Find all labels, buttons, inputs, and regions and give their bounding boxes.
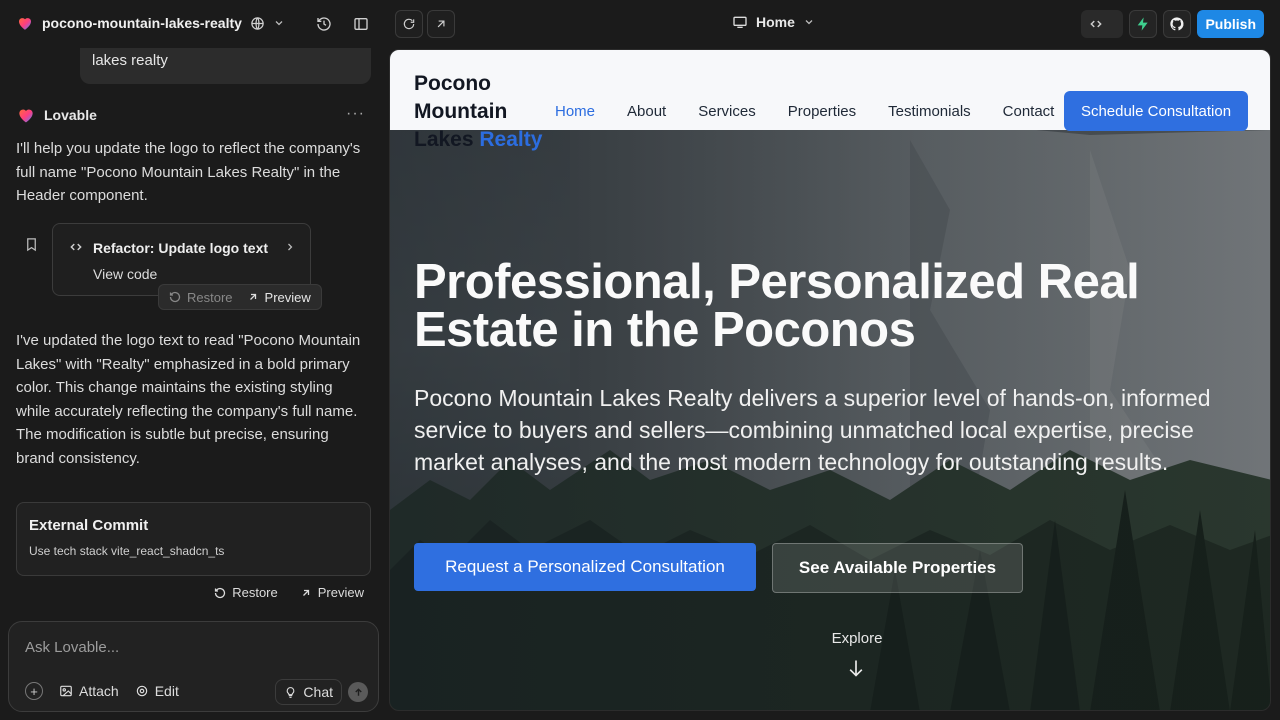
lovable-heart-icon xyxy=(16,14,34,32)
chevron-right-icon[interactable] xyxy=(284,241,296,253)
assistant-message: I've updated the logo text to read "Poco… xyxy=(16,332,361,467)
card-title: Refactor: Update logo text xyxy=(93,240,269,256)
code-view-toggle[interactable] xyxy=(1081,10,1124,38)
restore-icon xyxy=(169,291,181,303)
hero-headline: Professional, Personalized Real Estate i… xyxy=(414,255,1140,357)
refresh-button[interactable] xyxy=(395,10,423,38)
logo-line: Pocono xyxy=(414,72,491,95)
chevron-down-icon xyxy=(805,20,813,25)
add-button[interactable]: + xyxy=(25,682,43,700)
chat-mode-button[interactable]: Chat xyxy=(275,679,342,705)
lightning-bolt-icon xyxy=(1138,17,1149,31)
nav-home[interactable]: Home xyxy=(555,103,595,120)
arrow-up-right-icon xyxy=(302,589,309,596)
edit-button[interactable]: Edit xyxy=(135,683,179,699)
see-properties-button[interactable]: See Available Properties xyxy=(772,543,1023,593)
user-message-bubble: lakes realty xyxy=(80,48,371,84)
view-code-link[interactable]: View code xyxy=(93,266,157,282)
image-icon xyxy=(60,685,72,697)
route-selector[interactable]: Home xyxy=(732,14,815,30)
publish-button[interactable]: Publish xyxy=(1197,10,1264,38)
site-preview: Pocono Mountain Lakes Realty Home About … xyxy=(389,49,1271,711)
more-options-icon[interactable]: ··· xyxy=(346,105,365,123)
commit-subtitle: Use tech stack vite_react_shadcn_ts xyxy=(29,544,225,558)
schedule-consultation-button[interactable]: Schedule Consultation xyxy=(1064,91,1248,131)
request-consultation-button[interactable]: Request a Personalized Consultation xyxy=(414,543,756,591)
nav-services[interactable]: Services xyxy=(698,103,756,120)
chat-composer: + Attach Edit Chat xyxy=(8,621,379,712)
send-button[interactable] xyxy=(348,682,368,702)
top-bar: pocono-mountain-lakes-realty Home Publis… xyxy=(0,0,1280,48)
chat-panel: lakes realty Lovable ··· I'll help you u… xyxy=(0,48,388,720)
nav-about[interactable]: About xyxy=(627,103,666,120)
nav-contact[interactable]: Contact xyxy=(1003,103,1055,120)
attach-button[interactable]: Attach xyxy=(59,683,119,699)
monitor-icon xyxy=(733,16,747,28)
restore-button[interactable]: Restore xyxy=(214,585,278,600)
open-external-button[interactable] xyxy=(427,10,455,38)
site-nav: Home About Services Properties Testimoni… xyxy=(555,103,1054,120)
chevron-down-icon xyxy=(273,17,285,29)
hero-description: Pocono Mountain Lakes Realty delivers a … xyxy=(414,385,1211,475)
code-icon xyxy=(67,240,85,254)
restore-icon xyxy=(215,587,226,598)
chat-input[interactable] xyxy=(25,639,355,656)
route-label: Home xyxy=(756,14,795,30)
lovable-heart-icon xyxy=(16,105,36,125)
external-commit-card: External Commit Use tech stack vite_reac… xyxy=(16,502,371,576)
project-name: pocono-mountain-lakes-realty xyxy=(42,15,242,31)
github-button[interactable] xyxy=(1163,10,1192,38)
globe-icon xyxy=(250,16,265,31)
assistant-message: I'll help you update the logo to reflect… xyxy=(16,140,361,204)
arrow-down-icon[interactable] xyxy=(846,656,866,680)
code-icon xyxy=(1090,20,1103,28)
logo-line: Lakes Realty xyxy=(414,128,543,151)
preview-button[interactable]: Preview xyxy=(247,290,311,305)
history-icon[interactable] xyxy=(316,16,332,32)
arrow-up-right-icon xyxy=(249,293,256,300)
preview-button[interactable]: Preview xyxy=(300,585,364,600)
supabase-button[interactable] xyxy=(1129,10,1158,38)
site-logo[interactable]: Pocono Mountain Lakes Realty xyxy=(414,70,542,154)
nav-properties[interactable]: Properties xyxy=(788,103,856,120)
assistant-name: Lovable xyxy=(44,107,97,123)
commit-actions: Restore Preview xyxy=(214,585,364,600)
card-actions: Restore Preview xyxy=(158,284,322,310)
commit-title: External Commit xyxy=(29,517,149,534)
assistant-header: Lovable ··· xyxy=(16,105,371,125)
project-switcher[interactable]: pocono-mountain-lakes-realty xyxy=(16,14,285,32)
arrow-up-icon xyxy=(354,687,362,696)
target-icon xyxy=(136,685,147,697)
github-icon xyxy=(1170,17,1184,31)
nav-testimonials[interactable]: Testimonials xyxy=(888,103,971,120)
restore-button[interactable]: Restore xyxy=(169,290,233,305)
sidebar-toggle-icon[interactable] xyxy=(353,16,369,32)
lightbulb-icon xyxy=(287,686,295,698)
user-message-text: lakes realty xyxy=(92,52,168,69)
logo-line: Mountain xyxy=(414,100,508,123)
explore-label[interactable]: Explore xyxy=(807,630,907,647)
bookmark-icon[interactable] xyxy=(24,236,39,253)
